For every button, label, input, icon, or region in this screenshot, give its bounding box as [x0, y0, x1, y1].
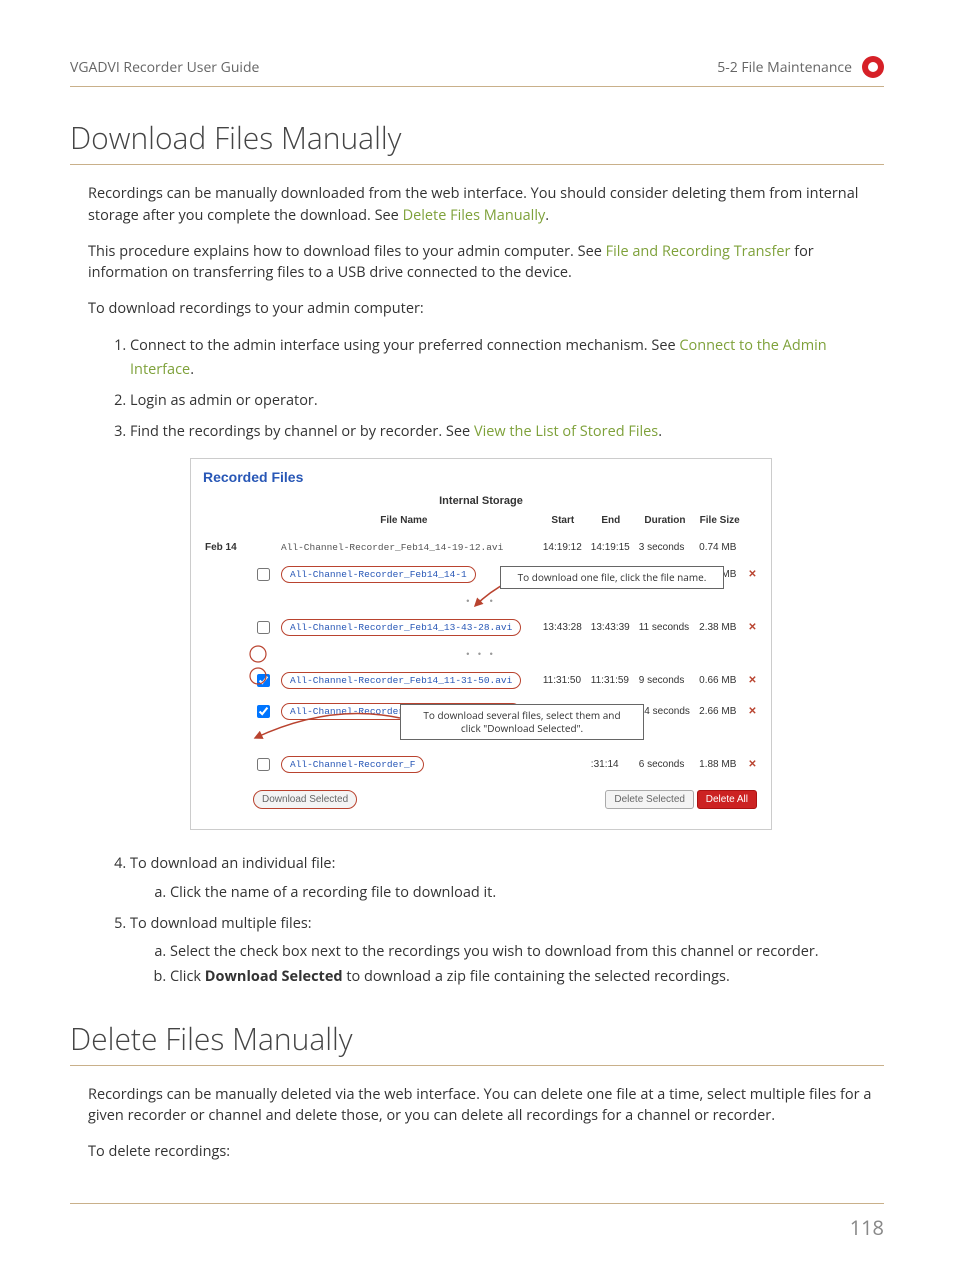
- header-left: VGADVI Recorder User Guide: [70, 58, 259, 77]
- section-title-download: Download Files Manually: [70, 117, 884, 165]
- row-checkbox[interactable]: [257, 568, 270, 581]
- callout-multi-file: To download several files, select them a…: [400, 704, 644, 740]
- figure-title: Recorded Files: [191, 459, 771, 489]
- delete-icon[interactable]: ✕: [744, 612, 761, 643]
- file-name[interactable]: All-Channel-Recorder_Feb14_14-19-12.avi: [281, 542, 503, 553]
- download-selected-button[interactable]: Download Selected: [253, 790, 357, 809]
- file-name[interactable]: All-Channel-Recorder_F: [281, 756, 424, 773]
- figure-recorded-files: Recorded Files Internal Storage File Nam…: [70, 458, 884, 830]
- header-right: 5-2 File Maintenance: [717, 58, 852, 77]
- delete-selected-button[interactable]: Delete Selected: [605, 790, 694, 809]
- file-name[interactable]: All-Channel-Recorder_Feb14_13-43-28.avi: [281, 619, 521, 636]
- steps-download-continued: To download an individual file: Click th…: [70, 852, 884, 989]
- row-checkbox[interactable]: [257, 621, 270, 634]
- step-5a: Select the check box next to the recordi…: [170, 940, 884, 965]
- delete-icon[interactable]: ✕: [744, 559, 761, 590]
- col-filename: File Name: [277, 511, 531, 536]
- para-delete-intro: Recordings can be manually deleted via t…: [88, 1084, 884, 1128]
- row-checkbox[interactable]: [257, 674, 270, 687]
- section-title-delete: Delete Files Manually: [70, 1018, 884, 1066]
- step-1: Connect to the admin interface using you…: [130, 334, 884, 383]
- step-2: Login as admin or operator.: [130, 389, 884, 414]
- callout-single-file: To download one file, click the file nam…: [500, 566, 724, 589]
- para-download-procedure: This procedure explains how to download …: [88, 241, 884, 285]
- link-view-list[interactable]: View the List of Stored Files: [474, 422, 658, 441]
- files-table: File Name Start End Duration File Size F…: [201, 511, 761, 815]
- link-delete-files[interactable]: Delete Files Manually: [403, 206, 546, 225]
- row-checkbox[interactable]: [257, 758, 270, 771]
- row-date: Feb 14: [201, 536, 249, 559]
- col-duration: Duration: [635, 511, 695, 536]
- step-4a: Click the name of a recording file to do…: [170, 881, 884, 906]
- col-size: File Size: [695, 511, 744, 536]
- table-row: All-Channel-Recorder_F :31:14 6 seconds …: [201, 749, 761, 780]
- step-5: To download multiple files: Select the c…: [130, 912, 884, 990]
- table-row: Feb 14 All-Channel-Recorder_Feb14_14-19-…: [201, 536, 761, 559]
- page-header: VGADVI Recorder User Guide 5-2 File Main…: [70, 56, 884, 87]
- delete-icon[interactable]: ✕: [744, 749, 761, 780]
- delete-icon[interactable]: ✕: [744, 665, 761, 696]
- link-file-transfer[interactable]: File and Recording Transfer: [606, 242, 791, 261]
- para-delete-lead: To delete recordings:: [88, 1141, 884, 1163]
- col-end: End: [587, 511, 635, 536]
- brand-logo-icon: [862, 56, 884, 78]
- table-row: All-Channel-Recorder_Feb14_11-31-50.avi …: [201, 665, 761, 696]
- storage-label: Internal Storage: [201, 489, 761, 511]
- para-download-intro: Recordings can be manually downloaded fr…: [88, 183, 884, 227]
- step-3: Find the recordings by channel or by rec…: [130, 420, 884, 445]
- file-name[interactable]: All-Channel-Recorder_Feb14_14-1: [281, 566, 476, 583]
- row-checkbox[interactable]: [257, 705, 270, 718]
- step-4: To download an individual file: Click th…: [130, 852, 884, 905]
- delete-icon[interactable]: ✕: [744, 696, 761, 727]
- steps-download: Connect to the admin interface using you…: [70, 334, 884, 445]
- step-5b: Click Download Selected to download a zi…: [170, 965, 884, 990]
- page-footer: 118: [70, 1203, 884, 1241]
- col-start: Start: [539, 511, 587, 536]
- delete-all-button[interactable]: Delete All: [697, 790, 757, 809]
- para-download-lead: To download recordings to your admin com…: [88, 298, 884, 320]
- page-number: 118: [850, 1214, 884, 1241]
- table-row: All-Channel-Recorder_Feb14_13-43-28.avi …: [201, 612, 761, 643]
- file-name[interactable]: All-Channel-Recorder_Feb14_11-31-50.avi: [281, 672, 521, 689]
